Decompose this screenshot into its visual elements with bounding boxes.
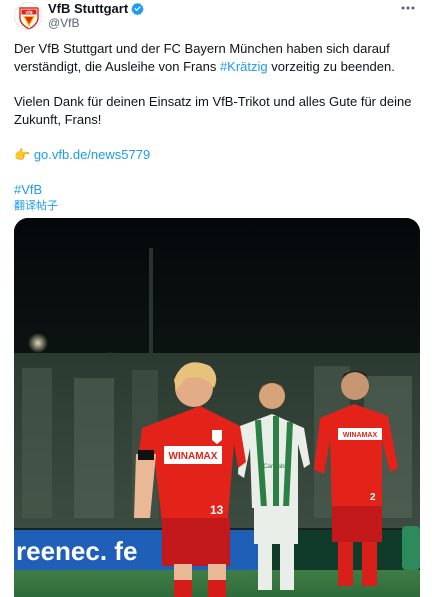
shirt-sponsor: WINAMAX: [343, 432, 378, 439]
news-link-row: 👉 go.vfb.de/news5779: [14, 146, 418, 164]
more-dots-glyph: [401, 6, 415, 10]
hashtag-vfb-link[interactable]: #VfB: [14, 182, 42, 197]
away-shirt-sponsor: Cannabis: [263, 464, 288, 470]
stadium-light: [28, 333, 48, 353]
hashtag-row: #VfB: [14, 181, 418, 199]
translate-post-link[interactable]: 翻译帖子: [14, 197, 58, 213]
news-link[interactable]: go.vfb.de/news5779: [34, 147, 150, 162]
tweet-paragraph-2: Vielen Dank für deinen Einsatz im VfB-Tr…: [14, 94, 412, 127]
captain-armband: [138, 450, 154, 460]
pointing-hand-icon: 👉: [14, 147, 31, 162]
shorts-number: 2: [370, 492, 376, 503]
avatar-text: VfB: [25, 10, 32, 15]
paragraph-1-text-end: vorzeitig zu beenden.: [267, 59, 395, 74]
tweet-header: VfB VfB Stuttgart @VfB: [14, 0, 418, 32]
advertising-board-end: [402, 526, 420, 570]
tweet-media-photo[interactable]: reenec. fe Cannabis WINAMAX 2 WINAMAX 13: [14, 218, 420, 597]
tweet-text: Der VfB Stuttgart und der FC Bayern Münc…: [14, 40, 418, 199]
shirt-sponsor: WINAMAX: [169, 451, 218, 462]
banner-text: reenec. fe: [16, 536, 137, 566]
more-horizontal-icon[interactable]: [398, 0, 418, 16]
handle[interactable]: @VfB: [48, 16, 80, 30]
verified-badge-icon: [131, 2, 144, 15]
display-name[interactable]: VfB Stuttgart: [48, 1, 128, 16]
name-row: VfB Stuttgart: [48, 1, 144, 16]
hashtag-kraetzig-link[interactable]: #Krätzig: [220, 59, 268, 74]
tweet-paragraph-1: Der VfB Stuttgart und der FC Bayern Münc…: [14, 40, 418, 76]
vfb-crest-icon: VfB: [19, 7, 39, 29]
football-match-photo: reenec. fe Cannabis WINAMAX 2 WINAMAX 13: [14, 218, 420, 597]
shorts-number: 13: [210, 503, 224, 517]
avatar[interactable]: VfB: [14, 2, 42, 30]
